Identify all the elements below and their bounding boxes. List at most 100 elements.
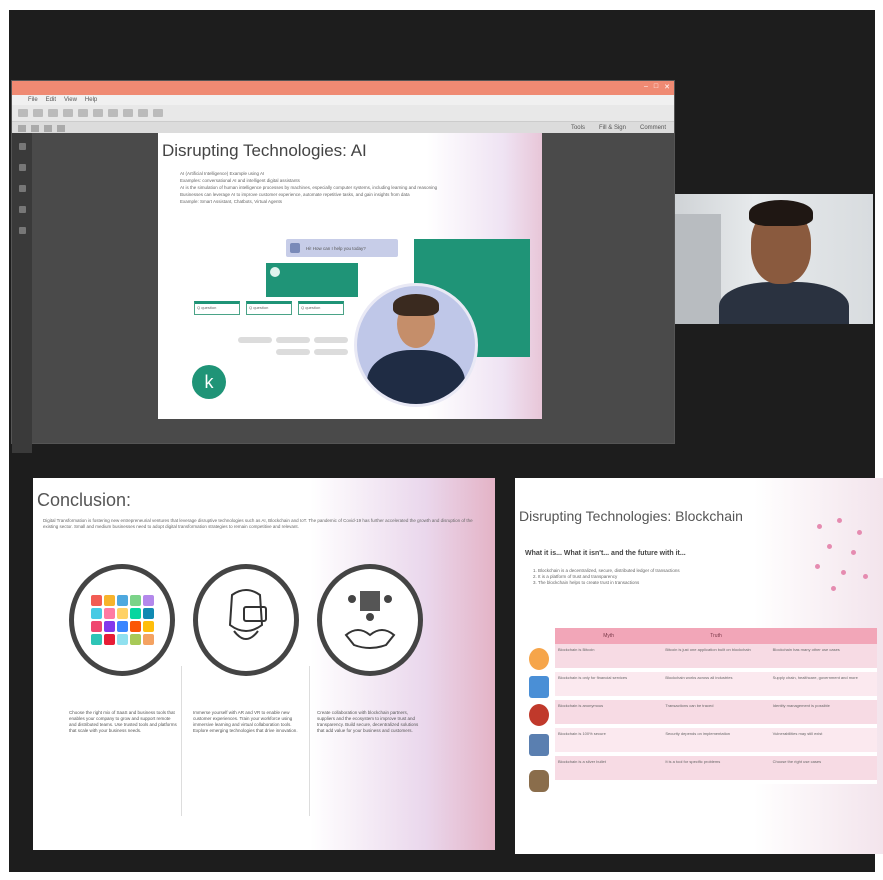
home-icon[interactable] (18, 109, 28, 117)
zoom-out-icon[interactable] (138, 109, 148, 117)
menu-help[interactable]: Help (85, 97, 97, 103)
print-icon[interactable] (63, 109, 73, 117)
header-myth: Myth (603, 633, 615, 639)
pill (276, 349, 310, 355)
table-row: Blockchain is only for financial service… (555, 672, 877, 700)
fit-page-icon[interactable] (44, 124, 52, 132)
table-cell: It is a tool for specific problems (662, 756, 770, 780)
table-cell: Blockchain is 100% secure (555, 728, 663, 752)
list-item: 3. The blockchain helps to create trust … (533, 580, 640, 585)
rotate-icon[interactable] (57, 124, 65, 132)
video-conference-stage: – □ ✕ File Edit View Help Tools Fill & S… (9, 10, 883, 872)
menu-bar: File Edit View Help (12, 95, 674, 105)
ai-line: Example: Smart Assistant, Chatbots, Virt… (180, 199, 282, 204)
conclusion-column-3: Create collaboration with blockchain par… (317, 710, 419, 733)
chat-bubble: Hi! How can I help you today? (286, 239, 398, 257)
table-row: Blockchain is anonymous Transactions can… (555, 700, 877, 728)
anonymous-icon (529, 704, 549, 726)
mini-box: Q question (194, 301, 240, 315)
table-cell: Blockchain is only for financial service… (555, 672, 663, 696)
myth-truth-table: Myth Truth Blockchain is Bitcoin Bitcoin… (555, 628, 877, 784)
search-icon[interactable] (93, 109, 103, 117)
webcam-tile (675, 194, 873, 324)
conclusion-title: Conclusion: (37, 490, 132, 510)
slide-ai-text: AI (Artificial Intelligence) Example usi… (180, 171, 526, 206)
blockchain-title: Disrupting Technologies: Blockchain (519, 508, 743, 524)
email-icon[interactable] (78, 109, 88, 117)
background-shelf (675, 214, 721, 324)
card-dot-icon (270, 267, 280, 277)
portrait-hair (393, 294, 439, 316)
close-icon[interactable]: ✕ (664, 83, 670, 91)
menu-edit[interactable]: Edit (46, 97, 56, 103)
document-area[interactable]: Disrupting Technologies: AI AI (Artifici… (12, 133, 674, 453)
green-card (266, 263, 358, 297)
minimize-icon[interactable]: – (644, 83, 648, 91)
slide-ai-title: Disrupting Technologies: AI (162, 141, 367, 160)
table-cell: Blockchain works across all industries (662, 672, 770, 696)
attachments-icon[interactable] (18, 185, 26, 192)
portrait-photo (354, 283, 478, 407)
pill (276, 337, 310, 343)
table-cell: Blockchain is anonymous (555, 700, 663, 724)
table-cell: Security depends on implementation (662, 728, 770, 752)
fill-sign-tab[interactable]: Fill & Sign (599, 125, 626, 131)
header-truth: Truth (710, 633, 722, 639)
network-nodes-graphic (807, 514, 877, 594)
table-cell: Vulnerabilities may still exist (769, 728, 877, 752)
conclusion-column-1: Choose the right mix of SaaS and busines… (69, 710, 177, 733)
main-toolbar (12, 105, 674, 122)
prev-page-icon[interactable] (108, 109, 118, 117)
finance-icon (529, 676, 549, 698)
layers-icon[interactable] (18, 206, 26, 213)
hand-icon[interactable] (31, 124, 39, 132)
shared-screen-window: – □ ✕ File Edit View Help Tools Fill & S… (11, 80, 675, 453)
signatures-icon[interactable] (18, 227, 26, 234)
tools-tab[interactable]: Tools (571, 125, 585, 131)
select-icon[interactable] (18, 124, 26, 132)
menu-file[interactable]: File (28, 97, 38, 103)
apps-icon (69, 564, 175, 676)
k-logo-icon: k (192, 365, 226, 399)
table-cell: Choose the right use cases (769, 756, 877, 780)
pill (238, 337, 272, 343)
pill-row (238, 337, 348, 343)
blockchain-subtitle: What it is... What it isn't... and the f… (525, 550, 686, 557)
pill-row (276, 349, 348, 355)
ai-line: Examples: conversational AI and intellig… (180, 178, 300, 183)
shield-icon (529, 770, 549, 792)
bot-avatar-icon (290, 243, 300, 253)
save-icon[interactable] (48, 109, 58, 117)
column-separator (309, 666, 310, 816)
pill (314, 349, 348, 355)
ai-line: Businesses can leverage AI to improve cu… (180, 192, 410, 197)
maximize-icon[interactable]: □ (654, 83, 658, 91)
chat-text: Hi! How can I help you today? (306, 245, 366, 251)
blockchain-list: 1. Blockchain is a decentralized, secure… (533, 568, 680, 586)
table-cell: Blockchain has many other use cases (769, 644, 877, 668)
tools-icon[interactable] (33, 109, 43, 117)
table-cell: Blockchain is a silver bullet (555, 756, 663, 780)
bookmarks-icon[interactable] (18, 164, 26, 171)
vr-headset-icon (193, 564, 299, 676)
speaker-hair (749, 200, 813, 226)
table-cell: Identity management is possible (769, 700, 877, 724)
ai-line: AI is the simulation of human intelligen… (180, 185, 438, 190)
comment-tab[interactable]: Comment (640, 125, 666, 131)
mini-box: Q question (298, 301, 344, 315)
table-row: Blockchain is Bitcoin Bitcoin is just on… (555, 644, 877, 672)
table-header: Myth Truth (555, 628, 877, 644)
navigation-rail (12, 133, 32, 453)
table-cell: Bitcoin is just one application built on… (662, 644, 770, 668)
menu-view[interactable]: View (64, 97, 77, 103)
ai-line: AI (Artificial Intelligence) Example usi… (180, 171, 265, 176)
zoom-in-icon[interactable] (153, 109, 163, 117)
conclusion-column-2: Immerse yourself with AR and VR to enabl… (193, 710, 298, 733)
next-page-icon[interactable] (123, 109, 133, 117)
blockchain-handshake-icon (317, 564, 423, 676)
window-titlebar: – □ ✕ (12, 81, 674, 95)
conclusion-body: Digital Transformation is fostering new … (43, 518, 473, 529)
thumbnails-icon[interactable] (18, 143, 26, 150)
slide-conclusion: Conclusion: Digital Transformation is fo… (33, 478, 495, 850)
table-cell: Supply chain, healthcare, government and… (769, 672, 877, 696)
